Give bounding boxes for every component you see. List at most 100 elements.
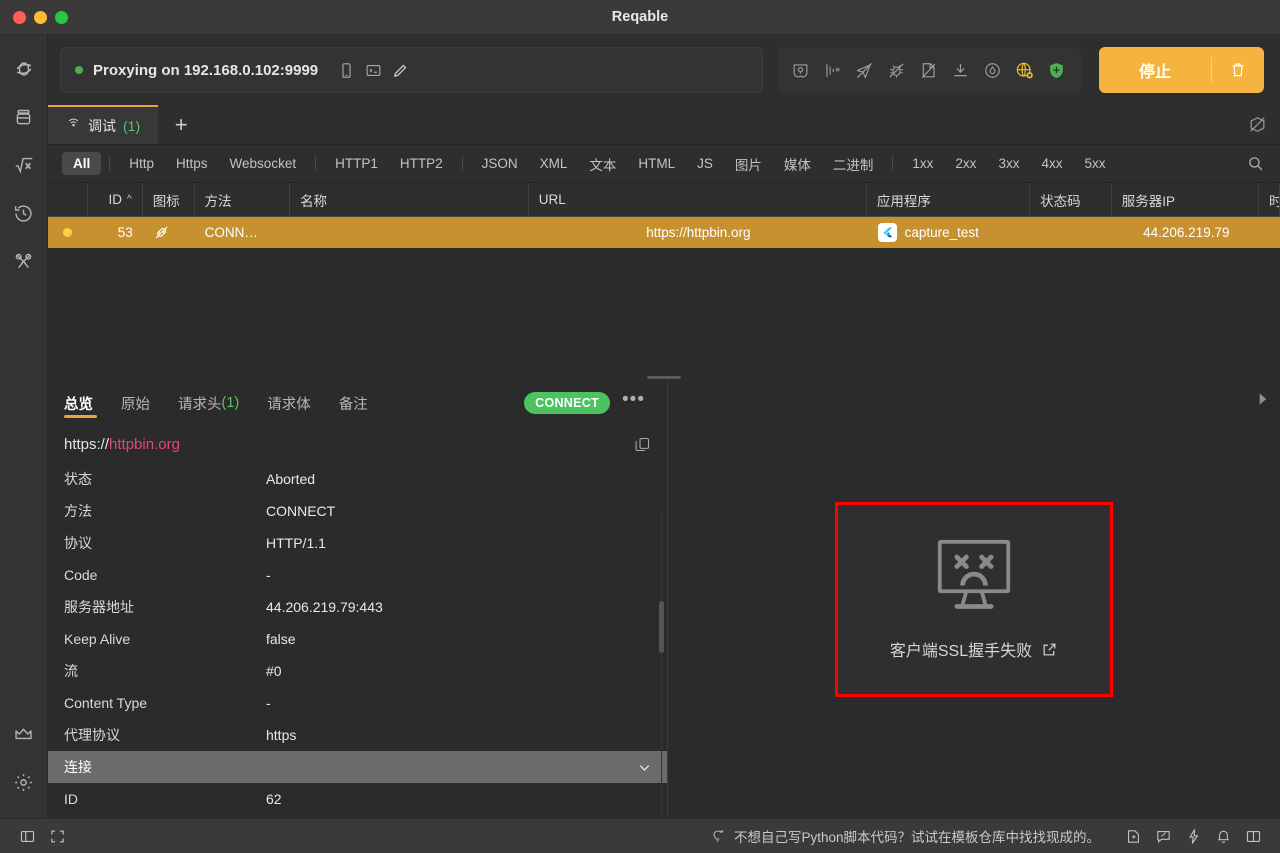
filter-chip-http[interactable]: Http (118, 152, 165, 175)
column-header-name[interactable]: 名称 (290, 183, 529, 216)
close-button[interactable] (13, 11, 26, 24)
ssl-error-label: 客户端SSL握手失败 (890, 637, 1058, 661)
filter-chip-js[interactable]: JS (686, 152, 724, 175)
filter-chip-image[interactable]: 图片 (724, 150, 773, 178)
table-row[interactable]: 53 CONN… https://httpbin.org (48, 217, 1280, 248)
trash-icon[interactable] (1212, 47, 1264, 93)
drop-icon[interactable] (979, 55, 1007, 85)
filter-chip-media[interactable]: 媒体 (773, 150, 822, 178)
row-ip-cell: 44.206.219.79 (1113, 217, 1260, 248)
filter-chip-all[interactable]: All (62, 152, 101, 175)
column-header-duration[interactable]: 时长 (1259, 183, 1280, 216)
left-sidebar (0, 35, 48, 818)
tab-debug[interactable]: 调试 (1) (48, 105, 158, 144)
add-tab-button[interactable]: + (158, 105, 204, 144)
fullscreen-icon[interactable] (42, 828, 72, 845)
tip-text: 不想自己写Python脚本代码？试试在模板仓库中找找现成的。 (734, 826, 1100, 846)
tab-overview[interactable]: 总览 (64, 381, 107, 425)
tab-debug-label: 调试 (88, 116, 116, 136)
panel-toggle-icon[interactable] (12, 828, 42, 845)
copy-icon[interactable] (634, 436, 651, 453)
property-row: Content Type - (48, 687, 667, 719)
sidebar-item-crown-icon[interactable] (0, 710, 48, 758)
filter-chip-https[interactable]: Https (165, 152, 219, 175)
expand-right-icon[interactable] (1255, 391, 1270, 407)
more-icon[interactable]: ••• (610, 389, 651, 417)
column-header-method[interactable]: 方法 (195, 183, 291, 216)
tab-raw[interactable]: 原始 (107, 381, 164, 425)
row-code-cell (1031, 217, 1113, 248)
throttle-icon[interactable] (819, 55, 847, 85)
filter-chip-4xx[interactable]: 4xx (1030, 152, 1073, 175)
section-header-connection[interactable]: 连接 (48, 751, 667, 783)
row-duration-cell (1260, 217, 1280, 248)
bell-icon[interactable] (1208, 828, 1238, 845)
proxy-status-box[interactable]: Proxying on 192.168.0.102:9999 (60, 47, 763, 93)
globe-disabled-icon[interactable] (1011, 55, 1039, 85)
filter-chip-3xx[interactable]: 3xx (987, 152, 1030, 175)
search-icon[interactable] (1238, 155, 1272, 172)
maximize-button[interactable] (55, 11, 68, 24)
no-signal-icon[interactable] (851, 55, 879, 85)
filter-chip-binary[interactable]: 二进制 (822, 150, 885, 178)
minimize-button[interactable] (34, 11, 47, 24)
sidebar-item-tools-icon[interactable] (0, 237, 48, 285)
capture-lock-icon[interactable] (787, 55, 815, 85)
top-toolbar: Proxying on 192.168.0.102:9999 (48, 35, 1280, 105)
filter-chip-5xx[interactable]: 5xx (1073, 152, 1116, 175)
proxy-status-text: Proxying on 192.168.0.102:9999 (93, 62, 318, 79)
column-header-app[interactable]: 应用程序 (867, 183, 1030, 216)
status-bar: 不想自己写Python脚本代码？试试在模板仓库中找找现成的。 (0, 818, 1280, 853)
filter-chip-1xx[interactable]: 1xx (901, 152, 944, 175)
filter-chip-http2[interactable]: HTTP2 (389, 152, 454, 175)
row-url-cell: https://httpbin.org (529, 217, 867, 248)
filter-chip-http1[interactable]: HTTP1 (324, 152, 389, 175)
horizontal-splitter[interactable] (48, 373, 1280, 381)
sidebar-item-gateway-icon[interactable] (0, 93, 48, 141)
sidebar-item-proxy-icon[interactable] (0, 45, 48, 93)
row-app-cell: capture_test (868, 217, 1031, 248)
detail-scrollbar-thumb[interactable] (659, 601, 664, 653)
filter-chip-text[interactable]: 文本 (578, 150, 627, 178)
filter-chip-2xx[interactable]: 2xx (944, 152, 987, 175)
tab-request-body[interactable]: 请求体 (253, 381, 325, 425)
external-link-icon[interactable] (1041, 641, 1058, 658)
filter-chip-html[interactable]: HTML (627, 152, 686, 175)
property-key: Code (48, 567, 266, 583)
terminal-icon[interactable] (365, 62, 382, 79)
pencil-icon[interactable] (392, 62, 409, 79)
property-value: - (266, 695, 271, 711)
no-bug-icon[interactable] (883, 55, 911, 85)
new-file-icon[interactable] (1118, 828, 1148, 845)
column-header-id[interactable]: ID ^ (88, 183, 143, 216)
column-header-ip[interactable]: 服务器IP (1112, 183, 1259, 216)
tab-notes[interactable]: 备注 (325, 381, 382, 425)
aborted-dot-icon (63, 228, 72, 237)
box-disabled-icon[interactable] (1234, 105, 1280, 144)
window-controls[interactable] (0, 11, 68, 24)
comment-icon[interactable] (1148, 828, 1178, 845)
shield-icon[interactable] (1043, 55, 1071, 85)
filter-chip-json[interactable]: JSON (471, 152, 529, 175)
column-header-state[interactable] (48, 183, 88, 216)
stop-button[interactable]: 停止 (1099, 47, 1264, 93)
property-value: #0 (266, 663, 282, 679)
sidebar-item-history-icon[interactable] (0, 189, 48, 237)
column-header-icon[interactable]: 图标 (143, 183, 195, 216)
filter-chip-xml[interactable]: XML (529, 152, 579, 175)
property-row: ID 62 (48, 783, 667, 815)
no-script-icon[interactable] (915, 55, 943, 85)
section-label: 连接 (64, 757, 92, 777)
filter-chip-websocket[interactable]: Websocket (219, 152, 308, 175)
sidebar-item-rewrite-icon[interactable] (0, 141, 48, 189)
column-header-url[interactable]: URL (529, 183, 867, 216)
flash-icon[interactable] (1178, 828, 1208, 845)
tab-request-headers[interactable]: 请求头(1) (164, 381, 253, 425)
column-header-code[interactable]: 状态码 (1030, 183, 1112, 216)
layout-icon[interactable] (1238, 828, 1268, 845)
mobile-icon[interactable] (338, 62, 355, 79)
property-row: 代理协议 https (48, 719, 667, 751)
detail-scrollbar-track (661, 511, 662, 818)
sidebar-item-settings-icon[interactable] (0, 758, 48, 806)
download-icon[interactable] (947, 55, 975, 85)
